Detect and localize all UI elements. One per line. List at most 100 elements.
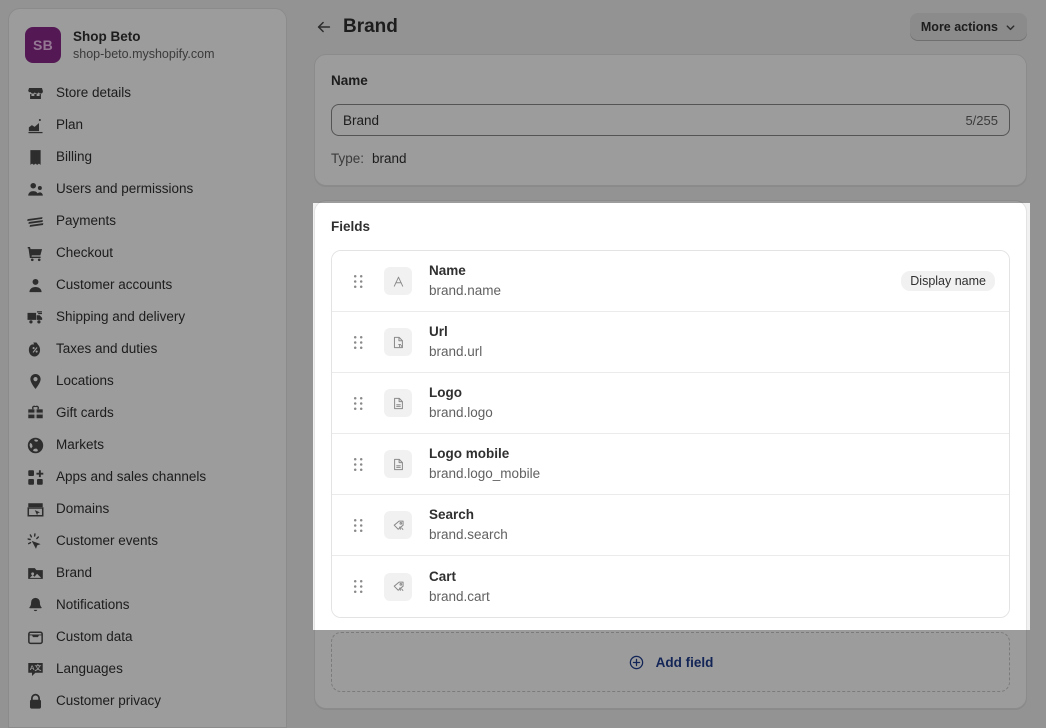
sidebar-item-domains[interactable]: Domains xyxy=(17,493,278,525)
languages-translate-icon: A文 xyxy=(25,659,45,679)
reference-tag-icon xyxy=(384,572,412,601)
sidebar-item-taxes-and-duties[interactable]: Taxes and duties xyxy=(17,333,278,365)
sidebar-item-languages[interactable]: A文 Languages xyxy=(17,653,278,685)
field-row[interactable]: Search brand.search xyxy=(332,495,1009,556)
field-key: brand.url xyxy=(429,344,483,359)
field-row[interactable]: Cart brand.cart xyxy=(332,556,1009,617)
sidebar-item-notifications[interactable]: Notifications xyxy=(17,589,278,621)
sidebar-item-brand[interactable]: Brand xyxy=(17,557,278,589)
drag-handle-icon[interactable] xyxy=(348,515,368,535)
field-key: brand.cart xyxy=(429,588,490,604)
reference-tag-icon xyxy=(384,511,412,539)
drag-handle-icon[interactable] xyxy=(348,454,368,474)
drag-handle-icon[interactable] xyxy=(348,332,368,352)
sidebar-item-label: Markets xyxy=(56,437,105,452)
text-field-icon xyxy=(384,267,412,295)
gift-card-icon xyxy=(25,403,45,423)
sidebar-item-billing[interactable]: Billing xyxy=(17,141,278,173)
sidebar-item-payments[interactable]: Payments xyxy=(17,205,278,237)
field-row[interactable]: Name brand.name Display name xyxy=(332,251,1009,312)
name-card: Name 5/255 Type: brand xyxy=(314,54,1027,186)
customer-events-click-icon xyxy=(25,531,45,551)
sidebar-item-users-and-permissions[interactable]: Users and permissions xyxy=(17,173,278,205)
store-domain: shop-beto.myshopify.com xyxy=(73,47,215,61)
delivery-truck-icon xyxy=(25,307,45,327)
name-input-wrapper[interactable]: 5/255 xyxy=(331,104,1010,136)
type-row: Type: brand xyxy=(331,149,1010,169)
file-icon xyxy=(384,450,412,478)
status-badge: Display name xyxy=(901,271,995,291)
sidebar-panel: SB Shop Beto shop-beto.myshopify.com Sto… xyxy=(8,8,287,728)
sidebar-item-locations[interactable]: Locations xyxy=(17,365,278,397)
sidebar-item-label: Store details xyxy=(56,85,132,100)
sidebar-item-apps-and-sales-channels[interactable]: Apps and sales channels xyxy=(17,461,278,493)
field-row[interactable]: Url brand.url xyxy=(332,312,1009,373)
field-key: brand.logo_mobile xyxy=(429,466,541,481)
field-row[interactable]: Logo brand.logo xyxy=(332,373,1009,434)
settings-sidebar: SB Shop Beto shop-beto.myshopify.com Sto… xyxy=(0,0,295,728)
drag-handle-icon[interactable] xyxy=(348,271,368,291)
name-input[interactable] xyxy=(343,112,958,128)
sidebar-item-label: Checkout xyxy=(56,245,114,260)
fields-list: Name brand.name Display name Url brand.url Lo… xyxy=(331,250,1010,618)
field-text: Search brand.search xyxy=(429,506,995,544)
sidebar-item-custom-data[interactable]: Custom data xyxy=(17,621,278,653)
drag-handle-icon[interactable] xyxy=(348,393,368,413)
sidebar-item-label: Shipping and delivery xyxy=(56,309,186,324)
store-header[interactable]: SB Shop Beto shop-beto.myshopify.com xyxy=(17,21,278,77)
field-key: brand.logo xyxy=(429,405,493,420)
sidebar-item-label: Locations xyxy=(56,373,114,388)
field-text: Name brand.name xyxy=(429,262,901,300)
page-title: Brand xyxy=(343,16,398,37)
sidebar-item-customer-accounts[interactable]: Customer accounts xyxy=(17,269,278,301)
field-name: Logo xyxy=(429,385,462,400)
store-meta: Shop Beto shop-beto.myshopify.com xyxy=(73,28,215,62)
sidebar-item-label: Billing xyxy=(56,149,93,164)
store-icon xyxy=(25,83,45,103)
sidebar-item-label: Taxes and duties xyxy=(56,341,158,356)
file-icon xyxy=(384,389,412,417)
sidebar-item-checkout[interactable]: Checkout xyxy=(17,237,278,269)
customer-person-icon xyxy=(25,275,45,295)
sidebar-item-label: Domains xyxy=(56,501,110,516)
main-scroll-area[interactable]: Brand More actions Name 5/255 xyxy=(295,0,1046,728)
field-text: Cart brand.cart xyxy=(429,568,995,606)
fields-card-title: Fields xyxy=(331,219,371,234)
add-field-button[interactable]: Add field xyxy=(331,632,1010,692)
sidebar-item-markets[interactable]: Markets xyxy=(17,429,278,461)
field-key: brand.name xyxy=(429,283,502,298)
sidebar-item-label: Custom data xyxy=(56,629,133,644)
notifications-bell-icon xyxy=(25,595,45,615)
more-actions-button[interactable]: More actions xyxy=(909,13,1027,41)
sidebar-item-customer-events[interactable]: Customer events xyxy=(17,525,278,557)
sidebar-item-label: Payments xyxy=(56,213,117,228)
field-row[interactable]: Logo mobile brand.logo_mobile xyxy=(332,434,1009,495)
field-name: Logo mobile xyxy=(429,446,510,461)
field-text: Url brand.url xyxy=(429,323,995,361)
sidebar-item-store-details[interactable]: Store details xyxy=(17,77,278,109)
main-content: Brand More actions Name 5/255 xyxy=(295,0,1046,728)
field-text: Logo mobile brand.logo_mobile xyxy=(429,445,995,483)
arrow-left-icon[interactable] xyxy=(310,13,338,41)
type-value: brand xyxy=(372,151,407,166)
field-name: Cart xyxy=(429,568,457,584)
fields-card: Fields Name brand.name Display name Url bran… xyxy=(314,200,1027,709)
markets-globe-icon xyxy=(25,435,45,455)
sidebar-item-plan[interactable]: Plan xyxy=(17,109,278,141)
sidebar-item-gift-cards[interactable]: Gift cards xyxy=(17,397,278,429)
fields-scrollbar[interactable] xyxy=(1034,246,1041,626)
sidebar-item-shipping-and-delivery[interactable]: Shipping and delivery xyxy=(17,301,278,333)
sidebar-item-customer-privacy[interactable]: Customer privacy xyxy=(17,685,278,717)
apps-grid-icon xyxy=(25,467,45,487)
field-text: Logo brand.logo xyxy=(429,384,995,422)
store-name: Shop Beto xyxy=(73,29,141,44)
drag-handle-icon[interactable] xyxy=(348,577,368,597)
field-key: brand.search xyxy=(429,527,508,542)
sidebar-item-label: Languages xyxy=(56,661,123,676)
type-label: Type: xyxy=(331,151,365,166)
taxes-icon xyxy=(25,339,45,359)
name-card-title: Name xyxy=(331,73,368,88)
chevron-down-icon xyxy=(1005,22,1016,33)
sidebar-item-label: Users and permissions xyxy=(56,181,194,196)
custom-data-box-icon xyxy=(25,627,45,647)
